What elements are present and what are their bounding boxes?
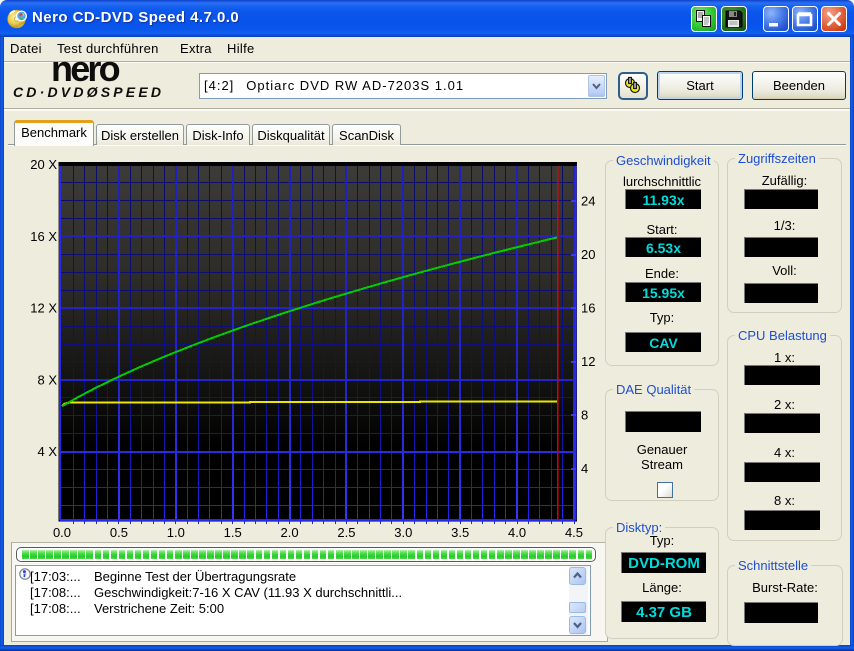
svg-text:16 X: 16 X — [30, 229, 57, 244]
svg-text:8 X: 8 X — [37, 372, 57, 387]
svg-text:12: 12 — [581, 354, 595, 369]
svg-text:0.0: 0.0 — [53, 525, 71, 540]
svg-text:0.5: 0.5 — [110, 525, 128, 540]
svg-text:1.5: 1.5 — [224, 525, 242, 540]
svg-text:4: 4 — [581, 461, 588, 476]
svg-text:4.5: 4.5 — [565, 525, 583, 540]
svg-text:4 X: 4 X — [37, 444, 57, 459]
svg-text:3.5: 3.5 — [451, 525, 469, 540]
svg-text:20: 20 — [581, 247, 595, 262]
svg-text:20 X: 20 X — [30, 157, 57, 172]
svg-text:2.0: 2.0 — [281, 525, 299, 540]
svg-text:24: 24 — [581, 194, 595, 209]
svg-text:16: 16 — [581, 301, 595, 316]
svg-text:8: 8 — [581, 408, 588, 423]
svg-text:2.5: 2.5 — [337, 525, 355, 540]
svg-text:12 X: 12 X — [30, 301, 57, 316]
svg-text:4.0: 4.0 — [508, 525, 526, 540]
svg-text:3.0: 3.0 — [394, 525, 412, 540]
svg-text:1.0: 1.0 — [167, 525, 185, 540]
